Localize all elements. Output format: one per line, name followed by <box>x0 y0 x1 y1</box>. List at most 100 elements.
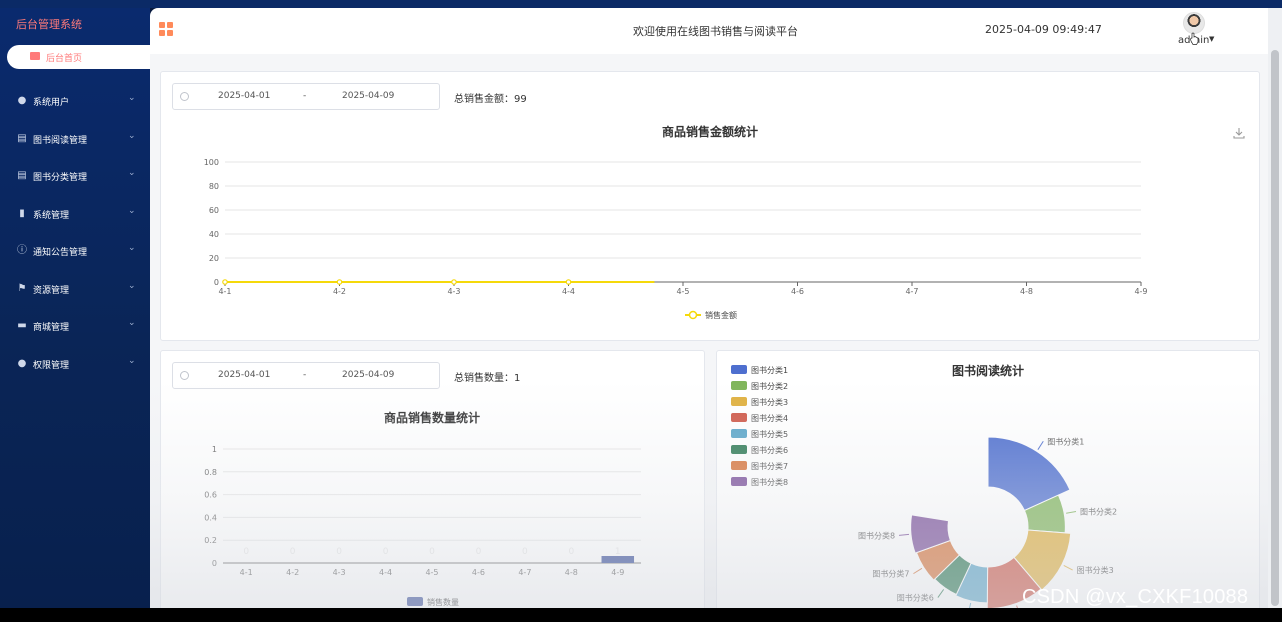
x-tick-label: 4-6 <box>472 568 485 577</box>
chevron-down-icon: ⌄ <box>128 318 136 328</box>
scrollbar-thumb[interactable] <box>1271 50 1279 606</box>
legend-swatch <box>731 477 747 486</box>
data-point <box>222 279 228 285</box>
sidebar-item-system[interactable]: ▮ 系统管理 ⌄ <box>0 197 150 235</box>
label-leader-line <box>899 533 910 536</box>
data-point <box>451 279 457 285</box>
label-leader-line <box>1037 441 1044 450</box>
y-tick-label: 40 <box>209 230 219 239</box>
y-tick-label: 100 <box>204 158 219 167</box>
legend-marker <box>688 310 698 320</box>
chevron-down-icon: ⌄ <box>128 205 136 216</box>
data-label: 0 <box>290 547 296 557</box>
menu-grid-icon[interactable] <box>159 22 173 36</box>
legend-label: 销售数量 <box>427 597 459 607</box>
chart-title: 图书阅读统计 <box>952 363 1024 378</box>
y-tick-label: 0 <box>214 278 219 287</box>
caret-down-icon[interactable]: ▼ <box>1209 35 1214 43</box>
sidebar: 后台管理系统 后台首页 ● 系统用户 ⌄ ▤ 图书阅读管理 ⌄ ▤ 图书分类管理… <box>0 8 157 608</box>
legend-swatch <box>731 429 747 438</box>
y-tick-label: 0.8 <box>204 468 217 477</box>
flag-icon: ⚑ <box>17 282 27 294</box>
data-label: 0 <box>336 547 342 557</box>
x-tick-label: 4-7 <box>518 568 531 577</box>
sidebar-item-label: 权限管理 <box>33 360 70 371</box>
x-tick-label: 4-4 <box>379 568 392 577</box>
data-label: 0 <box>476 547 482 557</box>
x-tick-label: 4-6 <box>791 287 804 296</box>
data-point <box>336 279 343 285</box>
legend-swatch <box>731 365 747 374</box>
legend-swatch <box>731 445 747 454</box>
y-tick-label: 0.2 <box>204 536 217 545</box>
sidebar-item-notice[interactable]: ⓘ 通知公告管理 ⌄ <box>0 234 150 272</box>
slice-label: 图书分类1 <box>1047 436 1084 446</box>
sidebar-item-label: 资源管理 <box>33 285 70 296</box>
data-label: 1 <box>615 547 621 557</box>
chevron-down-icon: ⌄ <box>128 280 136 291</box>
book-reading-pie-chart: 图书阅读统计图书分类1图书分类2图书分类3图书分类4图书分类5图书分类6图书分类… <box>731 363 1117 608</box>
chevron-down-icon: ⌄ <box>128 355 136 366</box>
slice-label: 图书分类3 <box>1077 565 1114 575</box>
legend-swatch <box>407 597 423 606</box>
avatar[interactable] <box>1183 12 1205 34</box>
x-tick-label: 4-1 <box>240 568 253 577</box>
chevron-down-icon: ⌄ <box>128 93 136 103</box>
y-tick-label: 0 <box>212 559 217 568</box>
legend-label: 图书分类5 <box>751 429 788 439</box>
y-tick-label: 1 <box>212 445 217 454</box>
book-reading-card: 图书阅读统计 图书分类1 图书分类2 图书分类3 图书分类4 图书分类5 图书分类6 图书分类… <box>716 350 1260 608</box>
chart-box-icon: ▤ <box>17 132 27 144</box>
data-point <box>565 279 572 285</box>
sidebar-item-resource[interactable]: ⚑ 资源管理 ⌄ <box>0 272 150 310</box>
data-label: 0 <box>243 547 249 557</box>
x-tick-label: 4-3 <box>333 568 346 577</box>
chevron-down-icon: ⌄ <box>128 168 136 178</box>
header: 欢迎使用在线图书销售与阅读平台 2025-04-09 09:49:47 admi… <box>150 8 1268 54</box>
legend-label: 图书分类4 <box>751 413 788 423</box>
monitor-icon <box>30 52 40 60</box>
chart-box-icon: ▤ <box>17 170 27 181</box>
sidebar-item-label: 商城管理 <box>33 323 70 333</box>
bar <box>601 556 635 563</box>
info-icon: ⓘ <box>17 245 27 256</box>
datetime-display: 2025-04-09 09:49:47 <box>985 23 1102 36</box>
sidebar-item-book-category[interactable]: ▤ 图书分类管理 ⌄ <box>0 159 150 197</box>
legend-swatch <box>731 413 747 422</box>
legend-label: 销售金额 <box>705 310 737 320</box>
legend-label: 图书分类7 <box>751 461 788 471</box>
x-tick-label: 4-2 <box>333 287 346 296</box>
chart-title: 商品销售数量统计 <box>384 410 480 425</box>
label-leader-line <box>913 567 923 575</box>
label-leader-line <box>1063 565 1073 571</box>
sidebar-item-permission[interactable]: ● 权限管理 ⌄ <box>0 347 150 385</box>
sidebar-item-book-reading[interactable]: ▤ 图书阅读管理 ⌄ <box>0 122 150 160</box>
legend-swatch <box>731 461 747 470</box>
legend-label: 图书分类6 <box>751 445 788 455</box>
sales-count-card: 2025-04-01 - 2025-04-09 总销售数量：1 商品销售数量统计… <box>160 350 705 608</box>
y-tick-label: 0.4 <box>204 513 217 522</box>
download-icon[interactable] <box>1233 127 1245 139</box>
sidebar-menu: ● 系统用户 ⌄ ▤ 图书阅读管理 ⌄ ▤ 图书分类管理 ⌄ ▮ 系统管理 ⌄ … <box>0 84 150 384</box>
sidebar-item-label: 系统管理 <box>33 210 70 221</box>
sidebar-item-users[interactable]: ● 系统用户 ⌄ <box>0 84 150 122</box>
y-tick-label: 80 <box>209 182 219 191</box>
data-label: 0 <box>429 547 435 557</box>
sidebar-item-home[interactable]: 后台首页 <box>7 45 157 69</box>
y-tick-label: 0.6 <box>204 491 217 500</box>
x-tick-label: 4-5 <box>676 287 689 296</box>
legend-label: 图书分类3 <box>751 397 788 407</box>
label-leader-line <box>1066 511 1077 514</box>
y-tick-label: 20 <box>209 254 219 263</box>
x-tick-label: 4-3 <box>447 287 460 296</box>
slice-label: 图书分类7 <box>872 569 909 579</box>
watermark: CSDN @vx_CXKF10088 <box>1022 586 1249 608</box>
y-tick-label: 60 <box>209 206 219 215</box>
sidebar-item-label: 通知公告管理 <box>33 248 88 258</box>
data-label: 0 <box>568 547 574 557</box>
x-tick-label: 4-7 <box>905 287 918 296</box>
sales-amount-card: 2025-04-01 - 2025-04-09 总销售金额：99 商品销售金额统… <box>160 71 1260 341</box>
x-tick-label: 4-9 <box>1134 287 1147 296</box>
label-leader-line <box>937 589 945 598</box>
sidebar-item-mall[interactable]: ▬ 商城管理 ⌄ <box>0 309 150 347</box>
